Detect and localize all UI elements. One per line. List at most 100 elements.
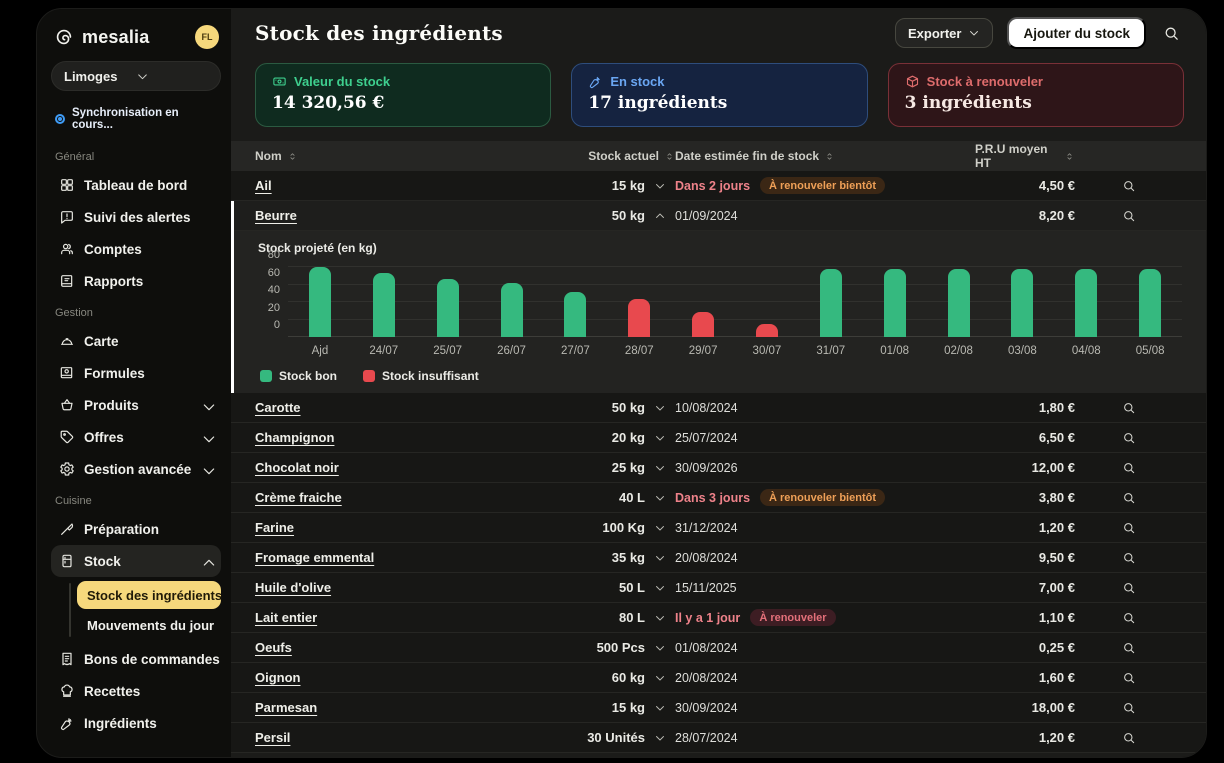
chart-bar-slot [735, 267, 799, 337]
row-name-link[interactable]: Oignon [255, 670, 495, 685]
row-name-link[interactable]: Chocolat noir [255, 460, 495, 475]
search-button[interactable] [1156, 18, 1186, 48]
row-detail-button[interactable] [1075, 731, 1182, 745]
sync-status: Synchronisation en cours... [51, 105, 221, 141]
row-detail-button[interactable] [1075, 491, 1182, 505]
sidebar-item-preparation[interactable]: Préparation [51, 513, 221, 545]
row-stock-chevron[interactable] [645, 552, 675, 564]
row-stock-chevron[interactable] [645, 522, 675, 534]
row-detail-button[interactable] [1075, 671, 1182, 685]
column-header-pru[interactable]: P.R.U moyen HT [975, 142, 1075, 170]
row-detail-button[interactable] [1075, 611, 1182, 625]
chart-bar [1011, 269, 1033, 337]
column-header-stock[interactable]: Stock actuel [495, 149, 675, 163]
row-stock-chevron[interactable] [645, 210, 675, 222]
sidebar-subitem-mouvements-du-jour[interactable]: Mouvements du jour [77, 611, 221, 639]
row-detail-button[interactable] [1075, 179, 1182, 193]
row-name-link[interactable]: Crème fraiche [255, 490, 495, 505]
row-stock-chevron[interactable] [645, 432, 675, 444]
row-name-link[interactable]: Huile d'olive [255, 580, 495, 595]
sidebar-item-ingredients[interactable]: Ingrédients [51, 707, 221, 739]
sidebar-item-offres[interactable]: Offres [51, 421, 221, 453]
row-name-link[interactable]: Lait entier [255, 610, 495, 625]
x-axis-tick-label: 28/07 [607, 345, 671, 357]
row-name-link[interactable]: Fromage emmental [255, 550, 495, 565]
row-name-link[interactable]: Ail [255, 178, 495, 193]
sidebar-item-label: Comptes [84, 242, 213, 257]
row-detail-button[interactable] [1075, 461, 1182, 475]
row-stock-chevron[interactable] [645, 582, 675, 594]
row-date-cell: 20/08/2024 [675, 671, 975, 685]
column-header-date[interactable]: Date estimée fin de stock [675, 149, 975, 163]
sidebar-item-formules[interactable]: Formules [51, 357, 221, 389]
row-date-cell: 20/08/2024 [675, 551, 975, 565]
y-axis-tick-label: 0 [274, 319, 280, 331]
row-detail-button[interactable] [1075, 521, 1182, 535]
row-stock-chevron[interactable] [645, 672, 675, 684]
row-stock-chevron[interactable] [645, 462, 675, 474]
sidebar-section-label: Cuisine [51, 485, 221, 513]
tag-icon [59, 429, 75, 445]
sidebar-item-rapports[interactable]: Rapports [51, 265, 221, 297]
row-detail-button[interactable] [1075, 701, 1182, 715]
row-name-link[interactable]: Parmesan [255, 700, 495, 715]
sidebar-item-produits[interactable]: Produits [51, 389, 221, 421]
chevron-down-icon [654, 522, 666, 534]
row-detail-button[interactable] [1075, 581, 1182, 595]
row-date-cell: 25/07/2024 [675, 431, 975, 445]
sidebar-item-carte[interactable]: Carte [51, 325, 221, 357]
sidebar-item-tableau-de-bord[interactable]: Tableau de bord [51, 169, 221, 201]
row-name-link[interactable]: Persil [255, 730, 495, 745]
row-stock-chevron[interactable] [645, 612, 675, 624]
row-price: 1,20 € [975, 520, 1075, 535]
row-detail-button[interactable] [1075, 209, 1182, 223]
row-detail-button[interactable] [1075, 431, 1182, 445]
row-stock-chevron[interactable] [645, 180, 675, 192]
search-icon [1163, 25, 1180, 42]
sidebar-subitem-stock-des-ingredients[interactable]: Stock des ingrédients [77, 581, 221, 609]
x-axis-tick-label: Ajd [288, 345, 352, 357]
sidebar-item-comptes[interactable]: Comptes [51, 233, 221, 265]
row-stock-chevron[interactable] [645, 702, 675, 714]
add-stock-button[interactable]: Ajouter du stock [1007, 17, 1146, 49]
sidebar-item-gestion-avancee[interactable]: Gestion avancée [51, 453, 221, 485]
row-date-cell: 15/11/2025 [675, 581, 975, 595]
row-stock-chevron[interactable] [645, 492, 675, 504]
row-detail-button[interactable] [1075, 401, 1182, 415]
chart-bar-slot [1054, 267, 1118, 337]
row-detail-button[interactable] [1075, 551, 1182, 565]
row-stock-chevron[interactable] [645, 642, 675, 654]
row-status-badge: À renouveler bientôt [760, 177, 885, 194]
row-name-link[interactable]: Champignon [255, 430, 495, 445]
row-name-link[interactable]: Beurre [255, 208, 495, 223]
row-stock-chevron[interactable] [645, 402, 675, 414]
row-name-link[interactable]: Oeufs [255, 640, 495, 655]
row-name-link[interactable]: Carotte [255, 400, 495, 415]
search-icon [1122, 179, 1136, 193]
x-axis-tick-label: 02/08 [927, 345, 991, 357]
row-status-badge: À renouveler [750, 609, 835, 626]
row-name-link[interactable]: Farine [255, 520, 495, 535]
row-date-cell: 30/09/2024 [675, 701, 975, 715]
row-detail-button[interactable] [1075, 641, 1182, 655]
column-header-nom[interactable]: Nom [255, 149, 495, 163]
x-axis-tick-label: 26/07 [480, 345, 544, 357]
stat-card-1: En stock17 ingrédients [571, 63, 867, 127]
row-date-cell: 31/12/2024 [675, 521, 975, 535]
user-avatar[interactable]: FL [195, 25, 219, 49]
banknote-icon [272, 74, 287, 89]
row-stock-chevron[interactable] [645, 732, 675, 744]
chart-bar-slot [799, 267, 863, 337]
chart-bar-slot [990, 267, 1054, 337]
export-button[interactable]: Exporter [895, 18, 993, 48]
chart-bar [437, 279, 459, 337]
sidebar-item-stock[interactable]: Stock [51, 545, 221, 577]
sidebar-item-bons-de-commandes[interactable]: Bons de commandes [51, 643, 221, 675]
location-select[interactable]: Limoges [51, 61, 221, 91]
chevron-down-icon [201, 463, 213, 475]
table-row: Persil30 Unités28/07/20241,20 € [231, 723, 1206, 753]
row-status-badge: À renouveler bientôt [760, 489, 885, 506]
x-axis-tick-label: 05/08 [1118, 345, 1182, 357]
sidebar-item-recettes[interactable]: Recettes [51, 675, 221, 707]
sidebar-item-suivi-des-alertes[interactable]: Suivi des alertes [51, 201, 221, 233]
